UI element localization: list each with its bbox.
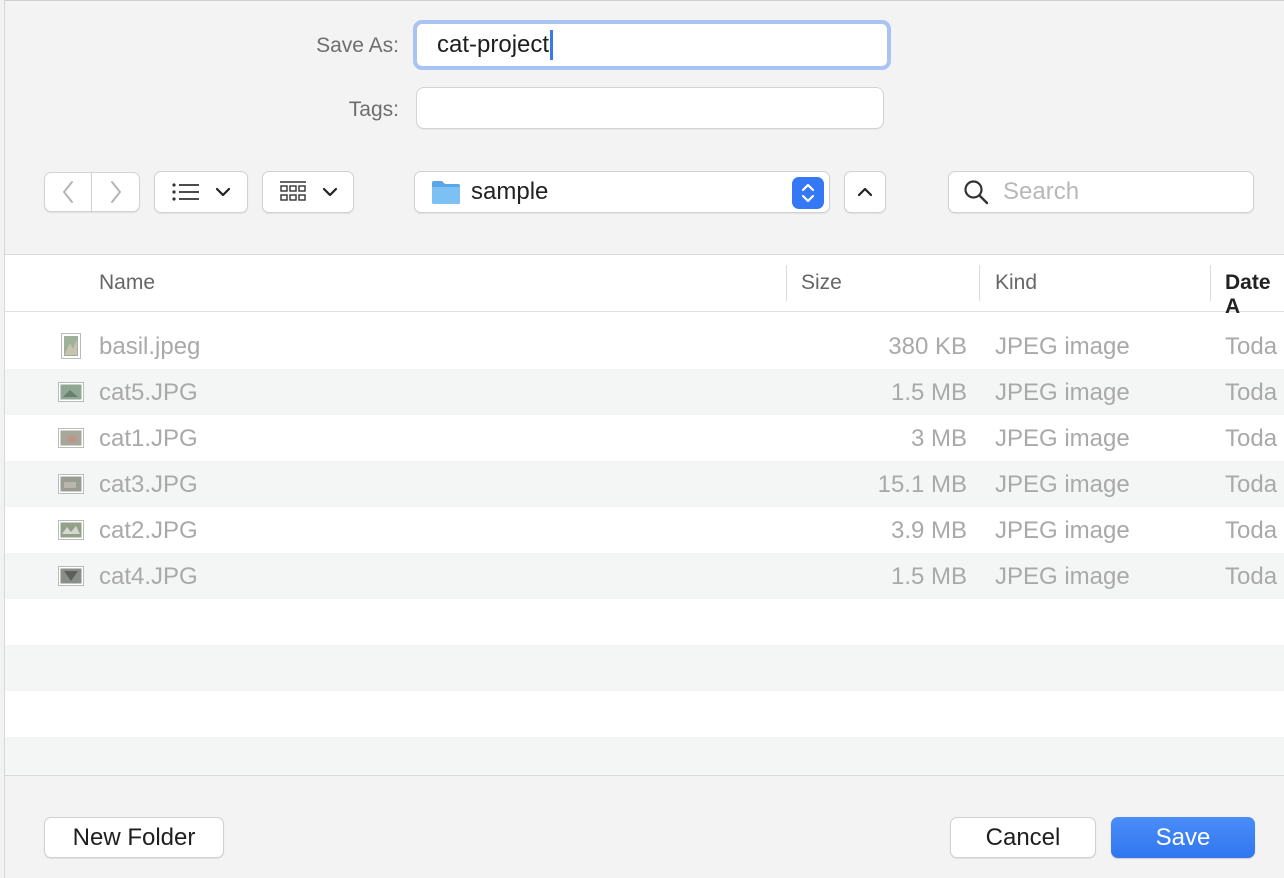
save-as-value: cat-project <box>437 31 550 58</box>
back-button[interactable] <box>44 172 92 212</box>
file-size: 1.5 MB <box>890 379 967 406</box>
table-row[interactable]: cat5.JPG 1.5 MB JPEG image Toda <box>5 369 1284 415</box>
table-row[interactable]: cat2.JPG 3.9 MB JPEG image Toda <box>5 507 1284 553</box>
save-as-label: Save As: <box>316 34 399 57</box>
location-label: sample <box>471 178 549 205</box>
column-header-row: Name Size Kind Date A <box>5 255 1284 318</box>
file-date: Toda <box>1225 379 1278 406</box>
file-size: 380 KB <box>888 333 967 360</box>
column-divider[interactable] <box>979 265 980 301</box>
file-size: 3.9 MB <box>890 517 967 544</box>
file-kind: JPEG image <box>995 563 1130 590</box>
collapse-button[interactable] <box>844 171 886 213</box>
list-view-button[interactable] <box>154 171 248 213</box>
column-divider[interactable] <box>1210 265 1211 301</box>
file-kind: JPEG image <box>995 471 1130 498</box>
folder-icon <box>432 181 460 204</box>
tags-input[interactable] <box>416 87 884 129</box>
file-size: 15.1 MB <box>877 471 967 498</box>
chevron-down-icon <box>322 187 338 197</box>
file-name: cat2.JPG <box>99 517 198 544</box>
table-row[interactable]: cat4.JPG 1.5 MB JPEG image Toda <box>5 553 1284 599</box>
image-file-icon <box>58 563 84 589</box>
file-date: Toda <box>1225 333 1278 360</box>
image-file-icon <box>58 425 84 451</box>
new-folder-button[interactable]: New Folder <box>44 817 224 858</box>
file-date: Toda <box>1225 425 1278 452</box>
file-kind: JPEG image <box>995 425 1130 452</box>
chevron-up-icon <box>857 187 873 197</box>
table-row[interactable]: basil.jpeg 380 KB JPEG image Toda <box>5 323 1284 369</box>
search-icon <box>964 180 989 205</box>
image-file-icon <box>58 333 84 359</box>
location-popup[interactable]: sample <box>414 171 830 213</box>
table-row[interactable]: cat3.JPG 15.1 MB JPEG image Toda <box>5 461 1284 507</box>
file-name: cat4.JPG <box>99 563 198 590</box>
file-size: 3 MB <box>910 425 967 452</box>
image-file-icon <box>58 517 84 543</box>
image-file-icon <box>58 379 84 405</box>
save-dialog: Save As: cat-project Tags: sample Search… <box>4 0 1284 878</box>
location-stepper <box>792 177 824 209</box>
file-name: basil.jpeg <box>99 333 201 360</box>
image-file-icon <box>58 471 84 497</box>
cancel-button[interactable]: Cancel <box>950 817 1096 858</box>
empty-row <box>5 737 1284 775</box>
search-field[interactable]: Search <box>948 171 1254 213</box>
file-name: cat3.JPG <box>99 471 198 498</box>
file-date: Toda <box>1225 563 1278 590</box>
file-name: cat5.JPG <box>99 379 198 406</box>
up-down-arrows-icon <box>801 183 815 203</box>
list-icon <box>172 183 199 201</box>
group-view-button[interactable] <box>262 171 354 213</box>
file-date: Toda <box>1225 471 1278 498</box>
chevron-left-icon <box>63 181 73 203</box>
file-date: Toda <box>1225 517 1278 544</box>
empty-row <box>5 645 1284 691</box>
file-size: 1.5 MB <box>890 563 967 590</box>
text-caret <box>550 30 554 60</box>
file-kind: JPEG image <box>995 379 1130 406</box>
column-divider[interactable] <box>786 265 787 301</box>
file-kind: JPEG image <box>995 333 1130 360</box>
forward-button[interactable] <box>92 172 140 212</box>
save-button[interactable]: Save <box>1111 817 1255 858</box>
file-name: cat1.JPG <box>99 425 198 452</box>
file-list[interactable]: Name Size Kind Date A basil.jpeg 380 KB … <box>5 254 1284 776</box>
empty-row <box>5 599 1284 645</box>
empty-row <box>5 691 1284 737</box>
column-header-name[interactable]: Name <box>99 271 155 295</box>
grid-icon <box>280 181 306 201</box>
column-header-date[interactable]: Date A <box>1225 271 1284 319</box>
file-kind: JPEG image <box>995 517 1130 544</box>
column-header-size[interactable]: Size <box>801 271 842 295</box>
search-placeholder: Search <box>1003 178 1080 205</box>
table-row[interactable]: cat1.JPG 3 MB JPEG image Toda <box>5 415 1284 461</box>
tags-label: Tags: <box>348 98 399 121</box>
chevron-right-icon <box>110 181 121 203</box>
save-as-input[interactable]: cat-project <box>413 20 891 70</box>
chevron-down-icon <box>215 187 231 197</box>
dialog-top-border <box>5 0 1284 1</box>
column-header-kind[interactable]: Kind <box>995 271 1037 295</box>
